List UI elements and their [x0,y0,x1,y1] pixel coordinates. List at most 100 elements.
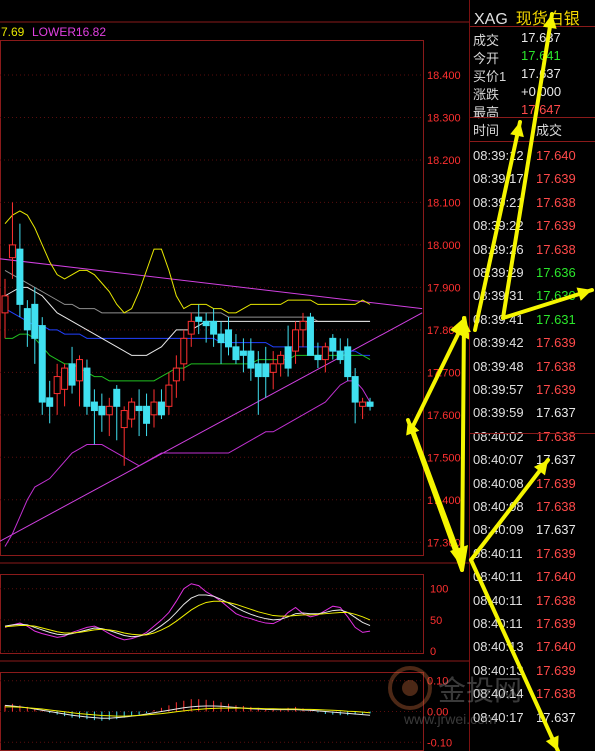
tick-price: 17.640 [536,569,576,585]
tick-price: 17.639 [536,335,576,351]
tick-row[interactable]: 08:39:29 17.636 [473,265,593,287]
quote-row-label: 成交 [473,33,500,48]
candle-body [344,346,352,378]
tick-row[interactable]: 08:40:08 17.638 [473,499,593,521]
candle-body [321,346,329,361]
y-tick-label: 18.100 [427,197,461,209]
tick-row[interactable]: 08:40:11 17.640 [473,569,593,591]
tick-row[interactable]: 08:39:41 17.631 [473,312,593,334]
tick-price: 17.636 [536,265,576,280]
candle-body [239,350,247,356]
quote-row: 买价1 17.637 [473,66,593,84]
tick-time: 08:39:12 [473,148,524,163]
indicator-lower-value: 16.82 [76,25,106,39]
tick-price: 17.638 [536,241,576,257]
tick-price: 17.630 [536,288,576,304]
quote-row: 成交 17.637 [473,30,593,48]
candle-body [314,354,322,361]
tick-time: 08:40:11 [473,616,523,631]
candle-body [90,401,98,412]
y-tick-label: 17.700 [427,367,461,379]
tick-time: 08:39:17 [473,171,524,187]
candle-body [8,244,16,259]
tick-row[interactable]: 08:39:31 17.630 [473,288,593,310]
candle-body [195,316,203,322]
candle-body [105,405,113,416]
tick-row[interactable]: 08:39:42 17.639 [473,335,593,357]
candle-body [269,363,277,373]
tick-time: 08:39:41 [473,311,524,327]
tick-time: 08:40:13 [473,639,524,655]
tick-price: 17.638 [536,194,576,210]
candle-body [210,320,218,335]
quote-row-label: 今开 [473,51,500,66]
tick-col-time: 时间 [473,123,500,138]
tick-time: 08:40:09 [473,522,524,538]
tick-row[interactable]: 08:39:12 17.640 [473,148,593,170]
tick-time: 08:39:22 [473,218,524,234]
quote-row-value: 17.641 [521,48,561,63]
candle-body [262,363,270,378]
osc-y-tick-label: 50 [430,615,442,627]
candle-body [23,308,31,331]
watermark-url: www.jrwei.com [403,711,497,727]
candle-body [172,367,180,382]
candle-body [329,337,337,352]
quote-row-value: 17.637 [521,30,561,45]
y-tick-label: 18.000 [427,240,461,252]
candle-body [217,333,225,344]
tick-price: 17.639 [536,171,576,187]
tick-row[interactable]: 08:39:21 17.638 [473,195,593,217]
osc-y-tick-label: 100 [430,584,448,596]
candle-body [225,329,232,348]
tick-row[interactable]: 08:40:07 17.637 [473,452,593,474]
candle-body [366,401,374,407]
y-tick-label: 18.300 [427,112,461,124]
tick-price: 17.637 [536,522,576,538]
tick-row[interactable]: 08:40:13 17.640 [473,639,593,661]
candle-body [254,363,262,378]
tick-row[interactable]: 08:40:11 17.638 [473,593,593,615]
candle-body [157,401,165,416]
quote-row-value: 17.637 [521,66,561,81]
quote-row-value: 17.647 [521,102,561,117]
candle-body [165,384,173,407]
candle-body [299,320,307,331]
tick-row[interactable]: 08:40:11 17.639 [473,616,593,638]
tick-row[interactable]: 08:39:48 17.638 [473,359,593,381]
quote-row-label: 涨跌 [473,87,500,102]
tick-time: 08:39:48 [473,358,524,374]
tick-time: 08:39:42 [473,335,524,351]
tick-time: 08:39:26 [473,241,524,257]
y-tick-label: 18.400 [427,70,461,82]
y-tick-label: 17.600 [427,410,461,422]
tick-time: 08:39:57 [473,382,524,397]
candle-body [336,350,344,361]
candle-body [306,316,314,356]
price-chart: 7.69 LOWER: 16.82 18.400 18.300 18.200 18.1… [0,0,469,751]
candle-body [61,367,69,390]
tick-price: 17.640 [536,639,576,655]
tick-row[interactable]: 08:40:11 17.639 [473,546,593,568]
tick-row[interactable]: 08:39:17 17.639 [473,171,593,193]
tick-row[interactable]: 08:39:59 17.637 [473,405,593,427]
tick-time: 08:39:31 [473,288,524,304]
quote-row-label: 买价1 [473,69,507,84]
tick-row[interactable]: 08:39:57 17.639 [473,382,593,404]
quote-row-value: +0.000 [521,84,562,99]
watermark-brand: 金投网 [438,675,522,706]
quote-row: 涨跌 +0.000 [473,84,593,102]
tick-price: 17.637 [536,405,576,421]
tick-row[interactable]: 08:40:09 17.637 [473,522,593,544]
tick-time: 08:40:11 [473,545,523,561]
indicator-prev-value: 7.69 [1,25,25,39]
tick-time: 08:40:07 [473,452,524,468]
candle-body [292,329,300,352]
tick-row[interactable]: 08:39:22 17.639 [473,218,593,240]
tick-time: 08:40:02 [473,428,524,444]
tick-table-header: 时间 成交 [473,120,593,139]
tick-row[interactable]: 08:40:08 17.639 [473,476,593,498]
candle-body [68,363,76,386]
tick-row[interactable]: 08:39:26 17.638 [473,242,593,264]
candle-body [284,346,292,369]
